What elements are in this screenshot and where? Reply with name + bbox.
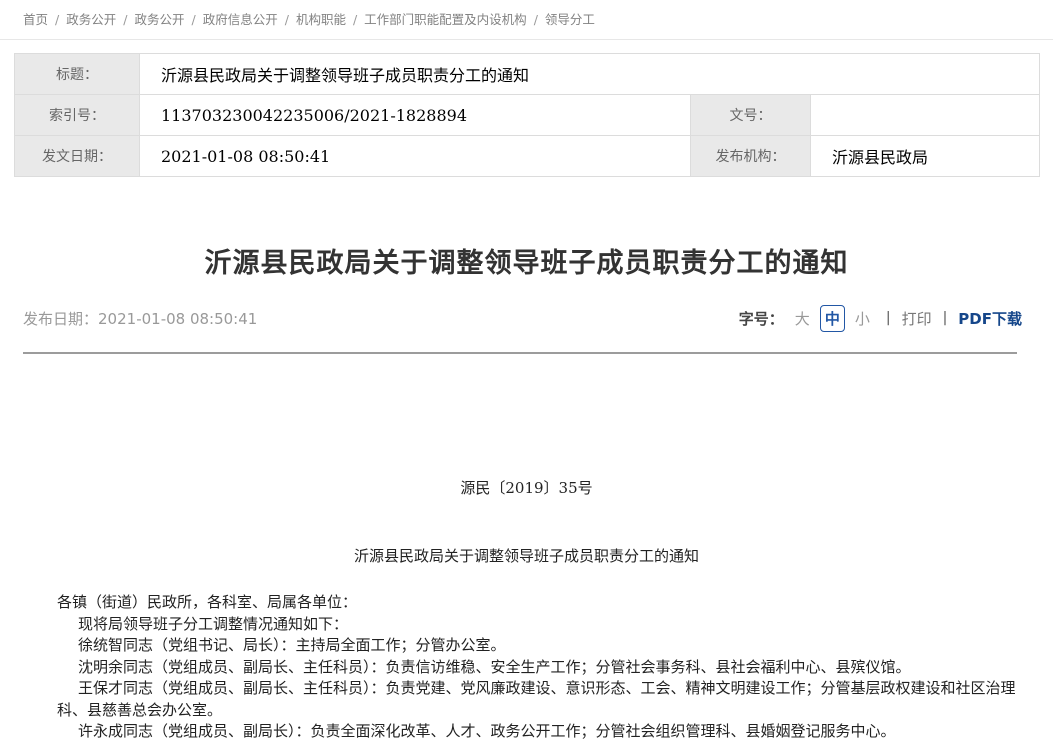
breadcrumb-item-info-disclosure[interactable]: 政府信息公开 [203, 12, 278, 27]
index-number-label: 索引号： [15, 95, 140, 136]
breadcrumb-separator: / [353, 12, 357, 27]
title-label: 标题： [15, 54, 140, 95]
document-reference-number: 源民〔2019〕35号 [0, 478, 1053, 500]
breadcrumb-item-zhengwu-2[interactable]: 政务公开 [134, 12, 184, 27]
breadcrumb-item-zhengwu-1[interactable]: 政务公开 [66, 12, 116, 27]
horizontal-divider [23, 352, 1017, 354]
issue-date-label: 发文日期： [15, 136, 140, 177]
paragraph: 现将局领导班子分工调整情况通知如下： [57, 614, 1023, 636]
document-info-table: 标题： 沂源县民政局关于调整领导班子成员职责分工的通知 索引号： 1137032… [14, 53, 1040, 177]
breadcrumb-item-dept-config[interactable]: 工作部门职能配置及内设机构 [364, 12, 527, 27]
issuing-agency-value: 沂源县民政局 [811, 136, 1040, 177]
breadcrumb-separator: / [285, 12, 289, 27]
breadcrumb-separator: / [123, 12, 127, 27]
font-size-small-button[interactable]: 小 [855, 308, 870, 329]
issuing-agency-label: 发布机构： [691, 136, 811, 177]
breadcrumb-separator: / [191, 12, 195, 27]
font-size-medium-button[interactable]: 中 [820, 305, 845, 332]
document-title: 沂源县民政局关于调整领导班子成员职责分工的通知 [0, 546, 1053, 568]
paragraph: 许永成同志（党组成员、副局长）：负责全面深化改革、人才、政务公开工作；分管社会组… [57, 721, 1023, 743]
index-number-value: 113703230042235006/2021-1828894 [140, 95, 691, 136]
toolbar-divider: | [886, 310, 891, 326]
table-row-title: 标题： 沂源县民政局关于调整领导班子成员职责分工的通知 [15, 54, 1040, 95]
paragraph: 王保才同志（党组成员、副局长、主任科员）：负责党建、党风廉政建设、意识形态、工会… [57, 678, 1023, 721]
issue-date-value: 2021-01-08 08:50:41 [140, 136, 691, 177]
table-row-date: 发文日期： 2021-01-08 08:50:41 发布机构： 沂源县民政局 [15, 136, 1040, 177]
article-meta-row: 发布日期：2021-01-08 08:50:41 字号： 大 中 小 | 打印 … [23, 304, 1022, 332]
doc-number-label: 文号： [691, 95, 811, 136]
article-toolbar: 字号： 大 中 小 | 打印 | PDF下载 [739, 305, 1022, 332]
table-row-index: 索引号： 113703230042235006/2021-1828894 文号： [15, 95, 1040, 136]
breadcrumb-item-home[interactable]: 首页 [23, 12, 48, 27]
doc-number-value [811, 95, 1040, 136]
publish-date-value: 2021-01-08 08:50:41 [98, 310, 257, 328]
salutation-line: 各镇（街道）民政所，各科室、局属各单位： [57, 592, 1023, 614]
page-title: 沂源县民政局关于调整领导班子成员职责分工的通知 [0, 241, 1053, 280]
breadcrumb-item-current: 领导分工 [545, 12, 595, 27]
font-size-label: 字号： [739, 308, 784, 329]
paragraph: 徐统智同志（党组书记、局长）：主持局全面工作；分管办公室。 [57, 635, 1023, 657]
document-content: 源民〔2019〕35号 沂源县民政局关于调整领导班子成员职责分工的通知 各镇（街… [0, 478, 1053, 743]
pdf-download-button[interactable]: PDF下载 [958, 308, 1022, 329]
document-body: 各镇（街道）民政所，各科室、局属各单位： 现将局领导班子分工调整情况通知如下： … [57, 592, 1023, 743]
title-value: 沂源县民政局关于调整领导班子成员职责分工的通知 [140, 54, 1040, 95]
breadcrumb-separator: / [55, 12, 59, 27]
breadcrumb: 首页 / 政务公开 / 政务公开 / 政府信息公开 / 机构职能 / 工作部门职能配置及内设机构 / 领… [0, 0, 1053, 40]
print-button[interactable]: 打印 [902, 308, 932, 329]
breadcrumb-separator: / [534, 12, 538, 27]
publish-date-label: 发布日期： [23, 310, 98, 328]
toolbar-divider: | [943, 310, 948, 326]
paragraph: 沈明余同志（党组成员、副局长、主任科员）：负责信访维稳、安全生产工作；分管社会事… [57, 657, 1023, 679]
breadcrumb-item-functions[interactable]: 机构职能 [296, 12, 346, 27]
publish-date: 发布日期：2021-01-08 08:50:41 [23, 308, 257, 329]
font-size-large-button[interactable]: 大 [795, 308, 810, 329]
